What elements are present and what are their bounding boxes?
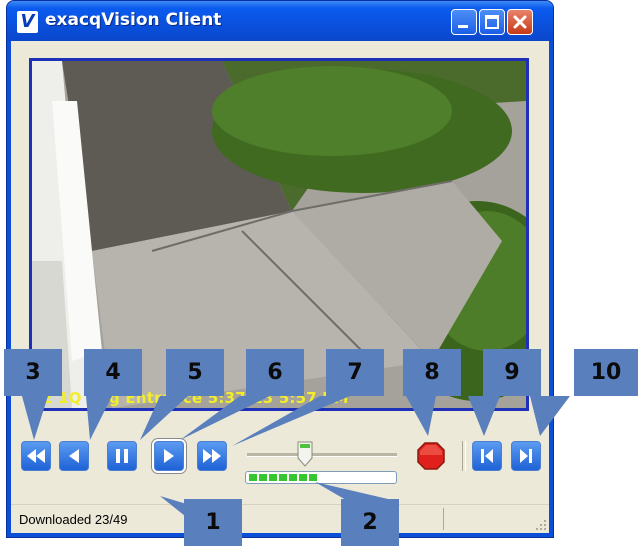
callout-8: 8	[403, 349, 461, 396]
callout-2: 2	[341, 499, 399, 546]
progress-segment	[249, 474, 257, 481]
progress-segment	[309, 474, 317, 481]
close-icon	[513, 15, 527, 29]
window-title: exacqVision Client	[45, 10, 222, 30]
status-bar: Downloaded 23/49	[11, 504, 549, 533]
fast-rewind-icon	[27, 449, 45, 463]
resize-grip-icon[interactable]	[535, 519, 547, 531]
maximize-button[interactable]	[479, 9, 505, 35]
progress-segment	[259, 474, 267, 481]
play-button[interactable]	[154, 441, 184, 471]
download-progress-bar	[245, 471, 397, 484]
fast-rewind-button[interactable]	[21, 441, 51, 471]
callout-6: 6	[246, 349, 304, 396]
play-icon	[164, 449, 174, 463]
playback-position-slider[interactable]	[297, 441, 313, 467]
play-reverse-button[interactable]	[59, 441, 89, 471]
callout-9: 9	[483, 349, 541, 396]
download-status-text: Downloaded 23/49	[19, 512, 128, 527]
skip-to-end-icon	[520, 449, 532, 463]
play-reverse-icon	[69, 449, 79, 463]
callout-3: 3	[4, 349, 62, 396]
fast-forward-icon	[203, 449, 221, 463]
client-area: 2 1Q Bag Entrance 5:37:13 5:57 PM Downlo…	[11, 41, 549, 533]
status-divider	[443, 508, 444, 530]
progress-segment	[269, 474, 277, 481]
fast-forward-button[interactable]	[197, 441, 227, 471]
callout-1: 1	[184, 499, 242, 546]
go-to-end-button[interactable]	[511, 441, 541, 471]
playback-position-track[interactable]	[247, 453, 397, 457]
progress-segment	[289, 474, 297, 481]
playback-toolbar	[11, 433, 551, 484]
minimize-button[interactable]	[451, 9, 477, 35]
client-window: V exacqVision Client 2 1Q Bag Entrance 5…	[6, 0, 554, 538]
callout-4: 4	[84, 349, 142, 396]
stop-button[interactable]	[416, 441, 446, 471]
callout-10: 10	[574, 349, 638, 396]
pause-icon	[116, 449, 128, 463]
close-button[interactable]	[507, 9, 533, 35]
callout-7: 7	[326, 349, 384, 396]
callout-5: 5	[166, 349, 224, 396]
title-bar[interactable]: V exacqVision Client	[7, 1, 553, 41]
progress-segment	[299, 474, 307, 481]
go-to-start-button[interactable]	[472, 441, 502, 471]
app-logo-icon: V	[17, 11, 38, 33]
skip-to-start-icon	[481, 449, 493, 463]
pause-button[interactable]	[107, 441, 137, 471]
toolbar-separator	[462, 441, 466, 471]
maximize-icon	[485, 15, 499, 29]
minimize-icon	[458, 25, 468, 28]
progress-segment	[279, 474, 287, 481]
